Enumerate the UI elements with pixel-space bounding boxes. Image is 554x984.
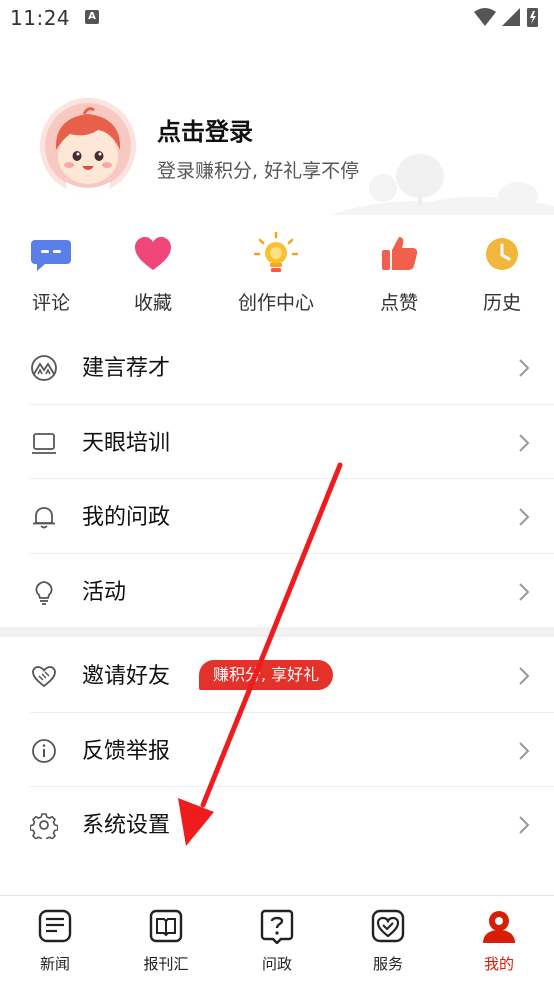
status-bar: 11:24 A [0, 0, 554, 40]
shortcut-creation-center[interactable]: 创作中心 [226, 226, 326, 326]
nav-inquiry[interactable]: 问政 [222, 896, 332, 984]
monitor-icon [32, 432, 56, 454]
signal-icon [502, 8, 520, 26]
wifi-icon [474, 8, 496, 26]
book-icon [149, 909, 183, 943]
chevron-right-icon [519, 582, 530, 601]
menu-item-label: 系统设置 [82, 813, 171, 838]
lightbulb-icon [254, 232, 298, 272]
question-icon [260, 909, 294, 944]
nav-label: 问政 [261, 955, 292, 973]
login-title[interactable]: 点击登录 [157, 112, 253, 147]
mountain-icon [31, 355, 57, 381]
shortcut-likes[interactable]: 点赞 [349, 226, 449, 326]
comment-icon [31, 240, 71, 271]
menu-item-label: 反馈举报 [82, 738, 171, 764]
profile-header[interactable]: 点击登录 登录赚积分, 好礼享不停 [0, 90, 554, 215]
nav-label: 服务 [372, 955, 403, 973]
shortcut-label: 历史 [482, 292, 521, 314]
heart-hands-icon [371, 909, 405, 943]
shortcut-label: 点赞 [379, 292, 418, 314]
nav-newspapers[interactable]: 报刊汇 [111, 896, 221, 984]
notification-icon: A [85, 10, 99, 24]
menu-item-feedback[interactable]: 反馈举报 [0, 713, 554, 787]
nav-label: 报刊汇 [143, 955, 189, 973]
info-icon [32, 738, 56, 763]
nav-label: 我的 [483, 955, 514, 973]
menu-item-label: 邀请好友 [82, 664, 171, 689]
heart-icon [135, 237, 171, 270]
menu-item-activities[interactable]: 活动 [0, 554, 554, 629]
chevron-right-icon [519, 816, 530, 834]
lightbulb-outline-icon [35, 580, 53, 605]
menu-group-main: 建言荐才 天眼培训 我的问政 活动 [0, 330, 554, 628]
gear-icon [30, 813, 58, 839]
nav-services[interactable]: 服务 [333, 896, 443, 984]
menu-item-label: 我的问政 [82, 505, 171, 530]
avatar[interactable] [40, 98, 136, 194]
clock-icon [486, 238, 518, 270]
bell-icon [33, 507, 55, 529]
nav-news[interactable]: 新闻 [0, 896, 110, 984]
thumbs-up-icon [382, 237, 418, 270]
status-icons [474, 8, 538, 27]
menu-item-label: 建言荐才 [82, 356, 171, 381]
chevron-right-icon [519, 433, 530, 452]
login-subtitle: 登录赚积分, 好礼享不停 [157, 160, 360, 182]
menu-item-my-inquiries[interactable]: 我的问政 [0, 479, 554, 554]
menu-group-other: 邀请好友 赚积分, 享好礼 反馈举报 系统设置 [0, 638, 554, 862]
shortcut-label: 创作中心 [237, 292, 314, 314]
shortcut-history[interactable]: 历史 [452, 226, 552, 326]
shortcut-label: 评论 [31, 292, 70, 314]
bottom-nav: 新闻 报刊汇 问政 服务 我的 [0, 895, 554, 984]
menu-item-suggestions[interactable]: 建言荐才 [0, 330, 554, 405]
shortcut-label: 收藏 [133, 292, 172, 314]
news-icon [38, 909, 72, 943]
chevron-right-icon [519, 359, 530, 377]
avatar-icon [40, 98, 136, 194]
shortcut-row: 评论 收藏 创作中心 点赞 历史 [0, 226, 554, 326]
user-icon [483, 911, 515, 943]
menu-item-settings[interactable]: 系统设置 [0, 787, 554, 862]
shortcut-favorites[interactable]: 收藏 [103, 226, 203, 326]
status-time: 11:24 [10, 6, 71, 30]
reward-badge: 赚积分, 享好礼 [199, 660, 334, 690]
menu-item-label: 天眼培训 [82, 430, 171, 456]
chevron-right-icon [519, 667, 530, 685]
group-separator [0, 627, 554, 637]
shortcut-comment[interactable]: 评论 [1, 226, 101, 326]
chevron-right-icon [519, 741, 530, 760]
chevron-right-icon [519, 508, 530, 526]
nav-mine[interactable]: 我的 [444, 896, 554, 984]
menu-item-training[interactable]: 天眼培训 [0, 405, 554, 479]
handshake-icon [32, 666, 56, 688]
menu-item-invite-friends[interactable]: 邀请好友 赚积分, 享好礼 [0, 638, 554, 713]
nav-label: 新闻 [39, 955, 70, 973]
menu-item-label: 活动 [82, 579, 127, 605]
